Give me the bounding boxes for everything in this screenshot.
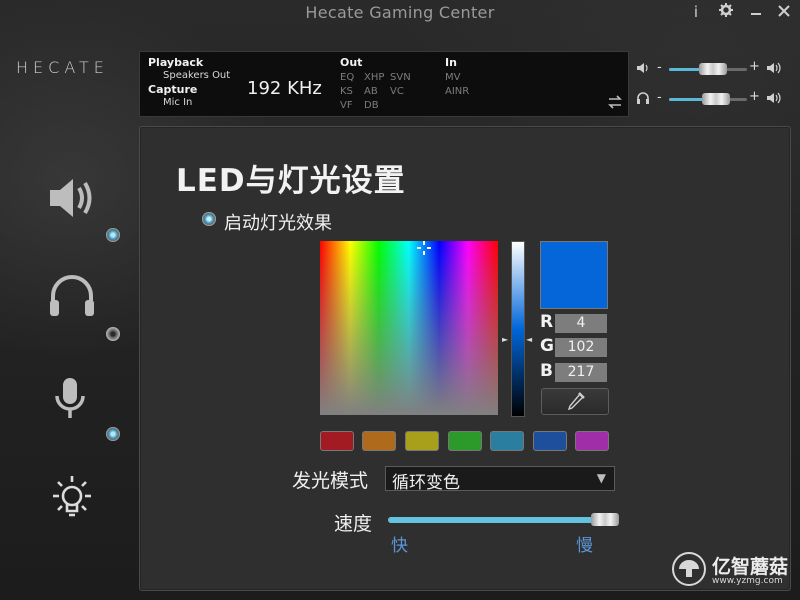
out-item: KS [340,86,353,97]
dropdown-arrow-icon: ▼ [596,471,606,485]
in-label: In [445,56,457,69]
out-item: VC [390,86,404,97]
playback-device: Speakers Out [163,70,231,81]
speaker-loud-icon [766,61,784,77]
headphone-volume-up-button[interactable]: + [749,89,760,104]
headphones-status-indicator [106,327,120,341]
title-bar: Hecate Gaming Center i [0,0,800,26]
out-item: DB [364,100,379,111]
microphone-status-indicator [106,427,120,441]
speaker-loud-icon [766,91,784,107]
microphone-icon [55,378,85,418]
sidebar-item-lighting[interactable] [42,470,102,530]
speaker-small-icon [636,61,650,77]
sidebar-item-microphone[interactable] [42,368,102,428]
speed-fill [388,517,605,523]
luminance-slider[interactable] [511,241,525,417]
r-value-input[interactable]: 4 [555,314,607,333]
preset-swatch[interactable] [533,431,567,451]
preset-swatch[interactable] [362,431,396,451]
capture-label: Capture [148,83,198,96]
headphones-small-icon [636,91,650,107]
speed-slider[interactable] [388,513,619,526]
speed-fast-label: 快 [391,536,408,556]
sidebar-item-speaker[interactable] [42,168,102,228]
close-icon[interactable] [774,3,794,21]
playback-label: Playback [148,56,204,69]
preset-swatch[interactable] [490,431,524,451]
g-row: G 102 [540,336,610,358]
out-label: Out [340,56,363,69]
mushroom-logo-icon [672,552,706,586]
g-label: G [540,336,554,356]
out-item: EQ [340,72,355,83]
headphone-volume-knob[interactable] [701,93,730,105]
b-label: B [540,361,553,381]
speaker-volume-knob[interactable] [699,63,728,75]
speaker-volume-slider[interactable] [669,63,747,75]
sample-rate: 192 KHz [247,78,322,99]
preset-swatch[interactable] [575,431,609,451]
crosshair-icon [417,241,431,255]
swap-icon[interactable] [607,95,623,109]
in-item: MV [445,72,461,83]
watermark: 亿智蘑菇 www.yzmg.com [672,552,792,594]
sidebar-item-headphones[interactable] [42,268,102,328]
preset-swatch[interactable] [448,431,482,451]
light-bulb-icon [53,476,91,517]
mode-label: 发光模式 [292,470,369,492]
out-item: SVN [390,72,411,83]
speed-label: 速度 [334,513,373,535]
out-item: VF [340,100,353,111]
minimize-icon[interactable] [746,3,766,21]
enable-lighting-label: 启动灯光效果 [224,213,332,234]
headphone-volume-control: - + [636,89,786,109]
headphone-volume-down-button[interactable]: - [657,90,662,105]
info-icon[interactable]: i [686,3,706,21]
volume-down-button[interactable]: - [657,60,662,75]
selected-color-swatch [540,241,608,309]
mode-dropdown[interactable]: 循环变色 ▼ [385,466,615,493]
in-item: AINR [445,86,470,97]
device-info-panel: Playback Speakers Out Capture Mic In 192… [139,51,629,117]
volume-up-button[interactable]: + [749,59,760,74]
headphone-volume-slider[interactable] [669,93,747,105]
speaker-volume-control: - + [636,59,786,79]
speaker-icon [50,179,92,217]
headphones-icon [50,275,94,316]
page-title: LED与灯光设置 [176,163,406,199]
b-row: B 217 [540,361,610,383]
r-row: R 4 [540,312,610,334]
luminance-arrow-left-icon: ► [502,335,509,344]
preset-swatch[interactable] [405,431,439,451]
led-settings-panel: LED与灯光设置 启动灯光效果 ► ◄ R 4 G 102 B 217 发光模式… [139,126,791,591]
watermark-url: www.yzmg.com [712,576,783,586]
r-label: R [540,312,554,332]
speed-knob[interactable] [590,513,619,526]
speaker-status-indicator [106,228,120,242]
watermark-name: 亿智蘑菇 [712,556,789,578]
out-item: XHP [364,72,385,83]
speed-slow-label: 慢 [576,536,593,556]
capture-device: Mic In [163,97,193,108]
gear-icon[interactable] [716,3,736,21]
out-item: AB [364,86,378,97]
b-value-input[interactable]: 217 [555,363,607,382]
g-value-input[interactable]: 102 [555,338,607,357]
preset-swatch[interactable] [320,431,354,451]
app-title: Hecate Gaming Center [305,3,495,22]
enable-lighting-radio[interactable] [202,212,216,226]
eyedropper-icon [567,392,585,411]
luminance-arrow-right-icon: ◄ [526,335,533,344]
eyedropper-button[interactable] [541,388,609,415]
hecate-logo: HECATE [16,58,109,77]
mode-value: 循环变色 [392,473,460,493]
color-spectrum-picker[interactable] [320,241,498,415]
